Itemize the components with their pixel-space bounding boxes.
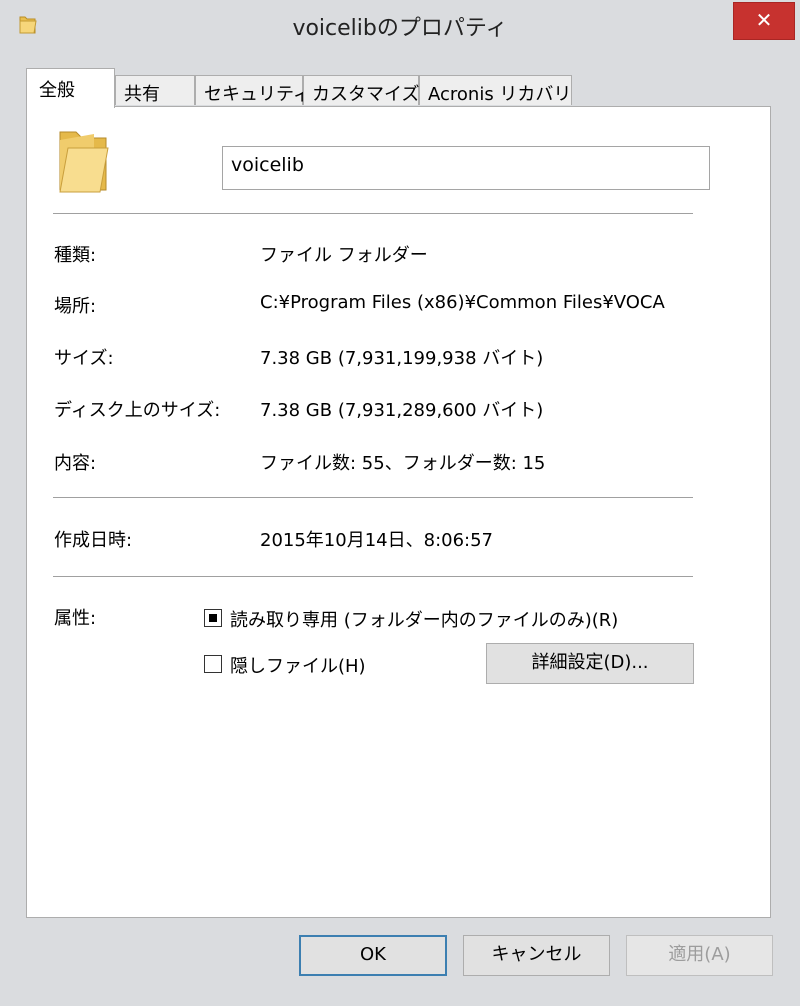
- attributes-label: 属性:: [54, 608, 97, 629]
- contains-label: 内容:: [54, 453, 97, 474]
- size-label: サイズ:: [54, 348, 114, 369]
- separator: [53, 497, 693, 498]
- separator: [53, 213, 693, 214]
- cancel-button[interactable]: キャンセル: [463, 935, 610, 976]
- separator: [53, 576, 693, 577]
- tab-general[interactable]: 全般: [26, 68, 115, 108]
- readonly-checkbox[interactable]: [204, 609, 222, 627]
- location-label: 場所:: [54, 296, 97, 317]
- location-value: C:¥Program Files (x86)¥Common Files¥VOCA: [260, 292, 665, 313]
- close-button[interactable]: ✕: [733, 2, 795, 40]
- advanced-button[interactable]: 詳細設定(D)...: [486, 643, 694, 684]
- contains-value: ファイル数: 55、フォルダー数: 15: [260, 453, 546, 474]
- readonly-checkbox-label[interactable]: 読み取り専用 (フォルダー内のファイルのみ)(R): [230, 606, 618, 632]
- size-on-disk-value: 7.38 GB (7,931,289,600 バイト): [260, 400, 544, 421]
- window-title: voicelibのプロパティ: [292, 16, 508, 41]
- folder-large-icon: [54, 124, 124, 202]
- ok-button[interactable]: OK: [299, 935, 447, 976]
- apply-button: 適用(A): [626, 935, 773, 976]
- tab-sharing[interactable]: 共有: [115, 75, 195, 105]
- hidden-checkbox[interactable]: [204, 655, 222, 673]
- type-value: ファイル フォルダー: [260, 245, 428, 266]
- created-value: 2015年10月14日、8:06:57: [260, 530, 494, 551]
- created-label: 作成日時:: [54, 530, 133, 551]
- tab-acronis-recovery[interactable]: Acronis リカバリ: [419, 75, 572, 105]
- size-value: 7.38 GB (7,931,199,938 バイト): [260, 348, 544, 369]
- general-tab-panel: [26, 106, 771, 918]
- size-on-disk-label: ディスク上のサイズ:: [54, 400, 221, 421]
- type-label: 種類:: [54, 245, 97, 266]
- properties-dialog: voicelibのプロパティ ✕ 全般 共有 セキュリティ カスタマイズ Acr…: [0, 0, 800, 1006]
- folder-name-input[interactable]: [222, 146, 710, 190]
- close-icon: ✕: [755, 8, 773, 32]
- title-bar[interactable]: voicelibのプロパティ ✕: [0, 0, 800, 52]
- tab-security[interactable]: セキュリティ: [195, 75, 311, 105]
- tab-customize[interactable]: カスタマイズ: [303, 75, 419, 105]
- hidden-checkbox-label[interactable]: 隠しファイル(H): [230, 652, 366, 678]
